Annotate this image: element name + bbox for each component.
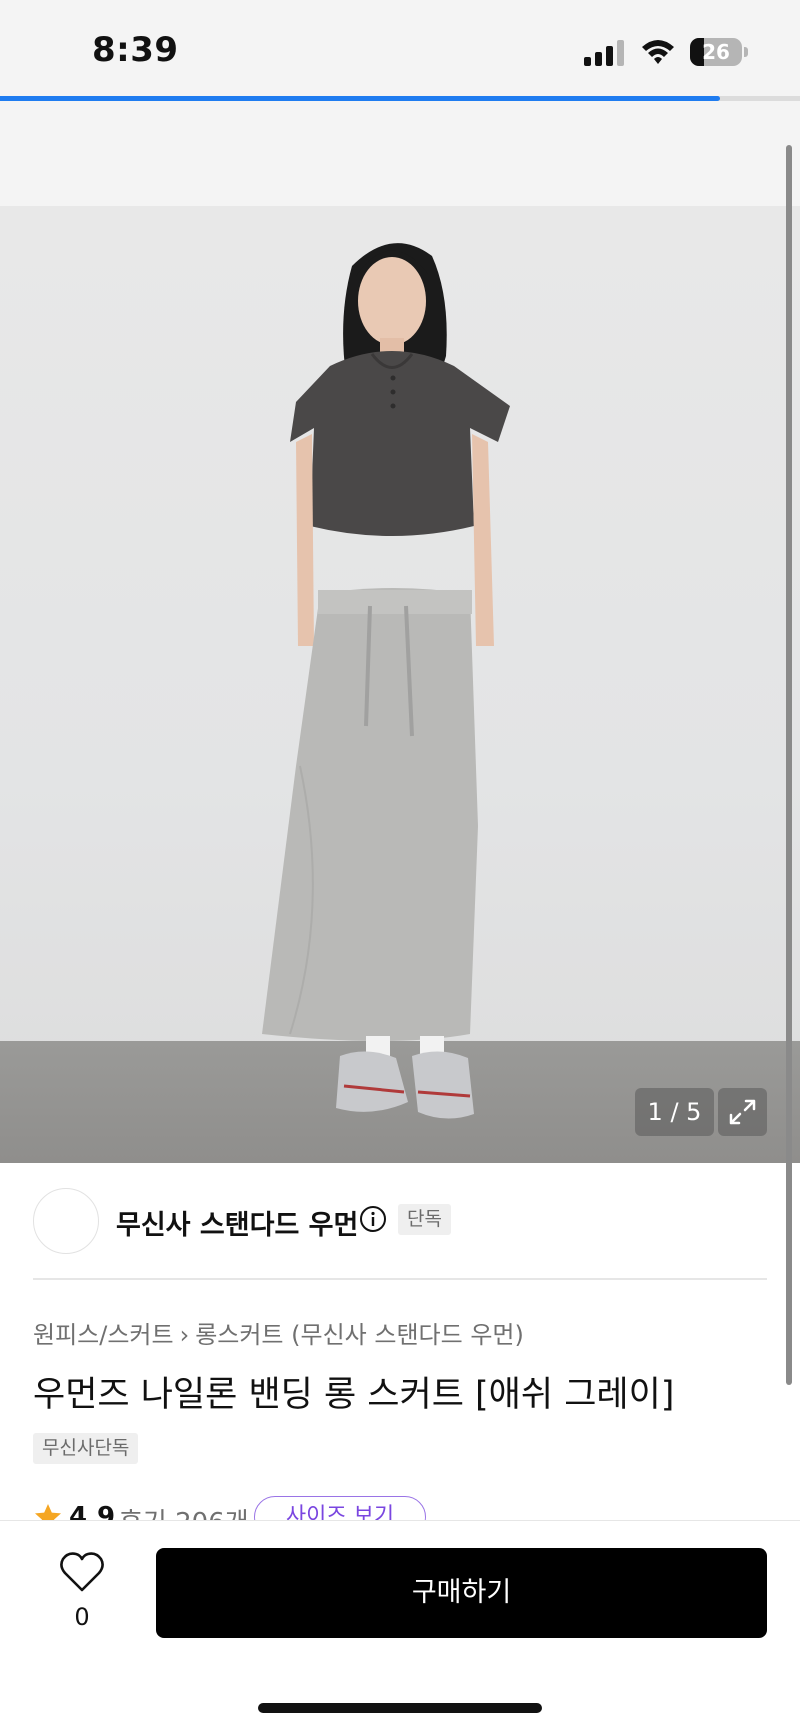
brand-logo[interactable]: [33, 1188, 99, 1254]
bottom-action-bar: 0 구매하기: [0, 1520, 800, 1732]
brand-row[interactable]: 무신사 스탠다드 우먼 단독: [0, 1163, 800, 1279]
heart-icon: [60, 1552, 104, 1592]
scrollbar[interactable]: [786, 145, 792, 1385]
breadcrumb: 원피스/스커트 › 롱스커트 (무신사 스탠다드 우먼): [33, 1315, 524, 1350]
signal-icon: [584, 40, 624, 66]
brand-divider: [33, 1278, 767, 1280]
header-area: [0, 101, 800, 206]
like-button[interactable]: 0: [50, 1551, 114, 1641]
info-icon[interactable]: [358, 1204, 388, 1234]
exclusive-tag: 무신사단독: [33, 1433, 139, 1464]
status-bar: 8:39 26: [0, 0, 800, 96]
expand-icon: [729, 1099, 756, 1125]
battery-icon: 26: [690, 38, 748, 66]
battery-level: 26: [702, 40, 730, 64]
expand-button[interactable]: [718, 1088, 767, 1136]
model-photo: [262, 243, 510, 1119]
home-indicator[interactable]: [258, 1703, 542, 1713]
breadcrumb-category[interactable]: 원피스/스커트: [33, 1321, 174, 1349]
exclusive-badge: 단독: [398, 1204, 451, 1235]
product-detail-screen: 8:39 26 1 / 5 무신사 스탠다드 우먼 단독 원피스/스커트 › 롱…: [0, 0, 800, 1732]
status-time: 8:39: [92, 30, 179, 70]
chevron-right-icon: ›: [179, 1321, 190, 1349]
like-count: 0: [74, 1603, 90, 1631]
buy-button[interactable]: 구매하기: [156, 1548, 767, 1638]
product-title: 우먼즈 나일론 밴딩 롱 스커트 [애쉬 그레이]: [33, 1375, 675, 1415]
wifi-icon: [642, 40, 674, 64]
brand-name[interactable]: 무신사 스탠다드 우먼: [116, 1203, 358, 1242]
product-image[interactable]: 1 / 5: [0, 206, 800, 1163]
image-counter: 1 / 5: [635, 1088, 714, 1136]
breadcrumb-subcategory[interactable]: 롱스커트 (무신사 스탠다드 우먼): [195, 1321, 524, 1349]
